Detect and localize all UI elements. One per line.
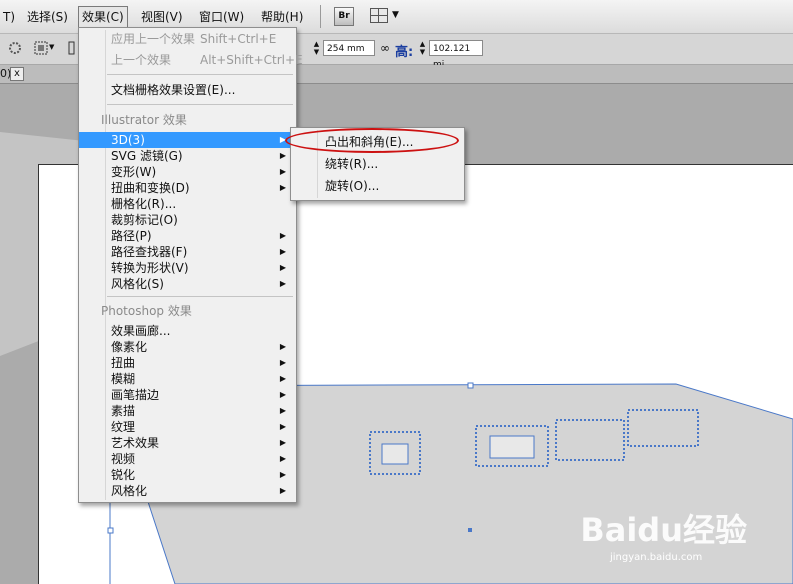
submenu-arrow-icon: ▶ bbox=[279, 406, 286, 415]
submenu-arrow-icon: ▶ bbox=[279, 231, 286, 240]
menu-item-label: 路径(P) bbox=[111, 229, 152, 243]
menu-item-label: 画笔描边 bbox=[111, 388, 160, 402]
shortcut: Shift+Ctrl+E bbox=[200, 32, 277, 46]
submenu-arrow-icon: ▶ bbox=[279, 151, 286, 160]
menu-item-label: 变形(W) bbox=[111, 165, 157, 179]
submenu-arrow-icon: ▶ bbox=[279, 422, 286, 431]
menu-type[interactable]: T) bbox=[0, 7, 18, 27]
menu-item-rasterize[interactable]: 栅格化(R)... bbox=[79, 196, 176, 212]
chevron-down-icon[interactable]: ▼ bbox=[49, 43, 54, 51]
menu-item-effect-gallery[interactable]: 效果画廊... bbox=[79, 323, 170, 339]
menu-item-raster-settings[interactable]: 文档栅格效果设置(E)... bbox=[79, 82, 235, 98]
menu-separator bbox=[107, 104, 293, 105]
menu-item-last-effect[interactable]: 上一个效果 Alt+Shift+Ctrl+E bbox=[79, 52, 303, 68]
menu-item-label: 像素化 bbox=[111, 340, 148, 354]
menu-item-crop-marks[interactable]: 裁剪标记(O) bbox=[79, 212, 178, 228]
menu-item-label: 风格化(S) bbox=[111, 277, 164, 291]
baidu-watermark: Baidu经验 bbox=[580, 511, 747, 549]
highlight-ellipse bbox=[285, 128, 459, 153]
submenu-arrow-icon: ▶ bbox=[279, 438, 286, 447]
submenu-arrow-icon: ▶ bbox=[279, 454, 286, 463]
menu-item-stylize-ps[interactable]: 风格化 ▶ bbox=[79, 483, 296, 499]
effect-menu: 应用上一个效果 Shift+Ctrl+E 上一个效果 Alt+Shift+Ctrl+… bbox=[78, 27, 303, 503]
menu-item-video[interactable]: 视频 ▶ bbox=[79, 451, 296, 467]
menu-item-label: 风格化 bbox=[111, 484, 148, 498]
submenu-arrow-icon: ▶ bbox=[279, 470, 286, 479]
submenu-arrow-icon: ▶ bbox=[279, 247, 286, 256]
menu-item-brush-strokes[interactable]: 画笔描边 ▶ bbox=[79, 387, 296, 403]
menu-select[interactable]: 选择(S) bbox=[24, 7, 71, 27]
menu-item-distort[interactable]: 扭曲 ▶ bbox=[79, 355, 296, 371]
menu-item-pathfinder[interactable]: 路径查找器(F) ▶ bbox=[79, 244, 296, 260]
height-stepper[interactable]: ▲ ▼ bbox=[418, 40, 427, 56]
menu-item-label: 素描 bbox=[111, 404, 136, 418]
last-effect-label: 上一个效果 bbox=[111, 53, 172, 67]
menu-item-3d[interactable]: 3D(3) ▶ bbox=[79, 132, 296, 148]
submenu-arrow-icon: ▶ bbox=[279, 390, 286, 399]
chevron-down-icon[interactable]: ▼ bbox=[392, 10, 399, 20]
submenu-arrow-icon: ▶ bbox=[279, 374, 286, 383]
menu-item-distort-transform[interactable]: 扭曲和变换(D) ▶ bbox=[79, 180, 296, 196]
menu-item-label: 艺术效果 bbox=[111, 436, 160, 450]
menu-view[interactable]: 视图(V) bbox=[138, 7, 186, 27]
submenu-arrow-icon: ▶ bbox=[279, 279, 286, 288]
menu-item-revolve[interactable]: 绕转(R)... bbox=[291, 154, 464, 174]
menu-item-convert-to-shape[interactable]: 转换为形状(V) ▶ bbox=[79, 260, 296, 276]
menu-item-apply-last-effect[interactable]: 应用上一个效果 Shift+Ctrl+E bbox=[79, 31, 276, 47]
menu-window[interactable]: 窗口(W) bbox=[196, 7, 247, 27]
menu-separator bbox=[107, 296, 293, 297]
symbol-sprayer-icon[interactable] bbox=[8, 41, 22, 55]
menu-item-artistic[interactable]: 艺术效果 ▶ bbox=[79, 435, 296, 451]
watermark-url: jingyan.baidu.com bbox=[610, 552, 703, 563]
illustrator-effects-header: Illustrator 效果 bbox=[101, 113, 187, 127]
menu-effect[interactable]: 效果(C) bbox=[78, 6, 128, 28]
submenu-arrow-icon: ▶ bbox=[279, 183, 286, 192]
submenu-arrow-icon: ▶ bbox=[279, 486, 286, 495]
height-label: 高: bbox=[395, 45, 414, 60]
apply-last-effect-label: 应用上一个效果 bbox=[111, 32, 196, 46]
menu-item-sharpen[interactable]: 锐化 ▶ bbox=[79, 467, 296, 483]
photoshop-effects-header: Photoshop 效果 bbox=[101, 304, 192, 318]
menu-item-rotate[interactable]: 旋转(O)... bbox=[291, 176, 464, 196]
width-stepper[interactable]: ▲ ▼ bbox=[312, 40, 321, 56]
menu-item-label: 转换为形状(V) bbox=[111, 261, 189, 275]
menu-item-label: 锐化 bbox=[111, 468, 136, 482]
menu-item-svg-filters[interactable]: SVG 滤镜(G) ▶ bbox=[79, 148, 296, 164]
width-field[interactable]: 254 mm bbox=[323, 40, 375, 56]
menu-item-warp[interactable]: 变形(W) ▶ bbox=[79, 164, 296, 180]
menu-item-label: 视频 bbox=[111, 452, 136, 466]
menu-item-label: 3D(3) bbox=[111, 133, 145, 147]
menubar-divider bbox=[320, 5, 321, 28]
menu-item-label: SVG 滤镜(G) bbox=[111, 149, 183, 163]
submenu-arrow-icon: ▶ bbox=[279, 167, 286, 176]
menu-item-pixelate[interactable]: 像素化 ▶ bbox=[79, 339, 296, 355]
menu-item-label: 扭曲 bbox=[111, 356, 136, 370]
menu-item-sketch[interactable]: 素描 ▶ bbox=[79, 403, 296, 419]
menu-item-label: 模糊 bbox=[111, 372, 136, 386]
menu-item-stylize[interactable]: 风格化(S) ▶ bbox=[79, 276, 296, 292]
menu-help[interactable]: 帮助(H) bbox=[258, 7, 306, 27]
menu-item-blur[interactable]: 模糊 ▶ bbox=[79, 371, 296, 387]
bridge-button[interactable]: Br bbox=[334, 7, 354, 26]
submenu-arrow-icon: ▶ bbox=[279, 358, 286, 367]
menu-item-label: 纹理 bbox=[111, 420, 136, 434]
menu-item-texture[interactable]: 纹理 ▶ bbox=[79, 419, 296, 435]
menu-separator bbox=[107, 74, 293, 75]
shortcut: Alt+Shift+Ctrl+E bbox=[200, 53, 303, 67]
menu-item-path[interactable]: 路径(P) ▶ bbox=[79, 228, 296, 244]
arrange-documents-icon[interactable] bbox=[370, 8, 388, 23]
height-field[interactable]: 102.121 mi bbox=[429, 40, 483, 70]
submenu-arrow-icon: ▶ bbox=[279, 342, 286, 351]
link-proportions-icon[interactable]: ∞ bbox=[380, 41, 390, 55]
menu-item-label: 路径查找器(F) bbox=[111, 245, 188, 259]
submenu-arrow-icon: ▶ bbox=[279, 263, 286, 272]
menu-item-label: 扭曲和变换(D) bbox=[111, 181, 190, 195]
selection-style-icon[interactable] bbox=[34, 41, 48, 55]
close-icon[interactable]: x bbox=[10, 67, 24, 81]
